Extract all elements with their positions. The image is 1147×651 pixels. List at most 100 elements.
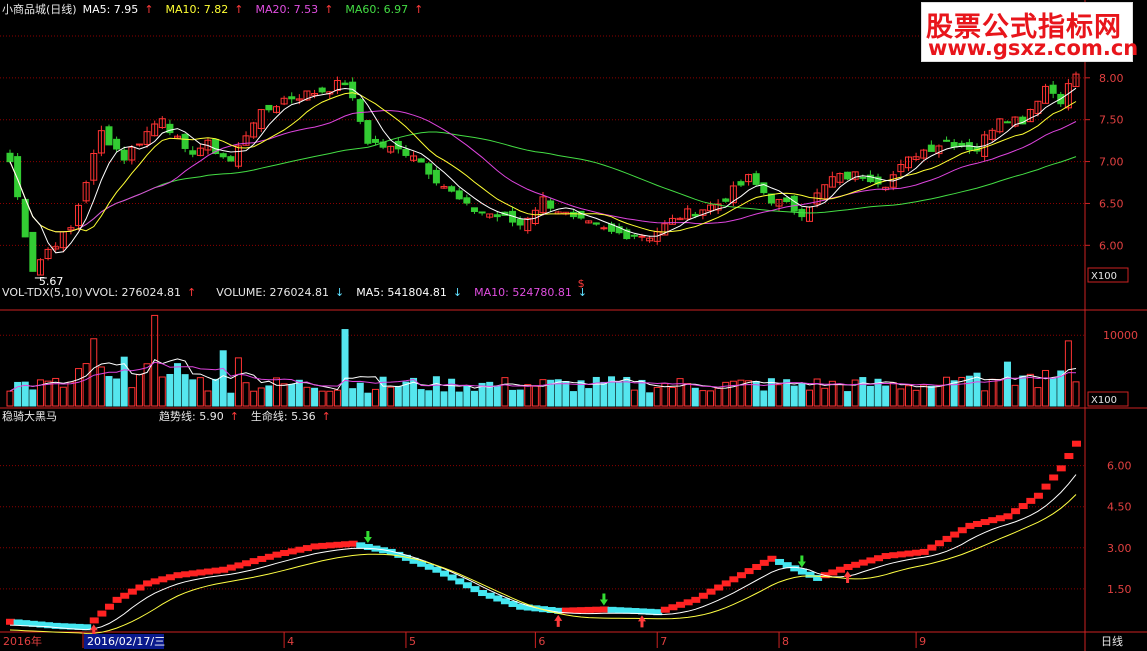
volume-bar [234,357,242,407]
candle [341,82,349,86]
year-label: 2016年 [3,634,42,648]
volume-bar [250,390,258,407]
volume-bar [889,382,897,407]
volume-bar [927,385,935,407]
volume-bar [463,385,471,407]
volume-bar [1049,377,1057,407]
watermark-url: www.gsxz.com.cn [928,36,1139,60]
candle [737,181,745,186]
indicator-tick-label: 1.50 [1107,583,1132,596]
volume-bar [684,383,692,407]
trend-block [1064,453,1074,460]
volume-bar [455,391,463,407]
volume-bar [379,376,387,407]
volume-bar [311,387,319,407]
period-label: 日线 [1101,634,1123,648]
ma60-value: MA60: 6.97 ↑ [345,3,424,16]
volume-bar [59,386,67,407]
candle [402,148,410,156]
volume-bar [440,391,448,407]
volume-bar [105,376,113,407]
candle [463,197,471,204]
trend-block [1026,497,1036,504]
candle [722,198,730,202]
volume-bar [135,373,143,407]
volume-bar [501,377,509,407]
volume-bar [798,383,806,407]
candle [547,200,555,209]
candle [318,87,326,93]
candle [14,156,22,198]
price-tick-label: 7.50 [1099,114,1124,127]
candle [135,143,143,146]
volume-bar [394,385,402,407]
volume-bar [242,382,250,407]
price-scale-label: X100 [1091,271,1117,282]
volume-bar [36,379,44,407]
indicator-tick-label: 6.00 [1107,460,1132,473]
candle [790,195,798,212]
volume-bar [196,377,204,407]
volume-bar [935,384,943,407]
volume-bar [600,381,608,407]
candle [432,169,440,184]
volume-bar [6,390,14,407]
volume-bar [356,382,364,407]
volume-bar [448,378,456,407]
volume-bar [273,377,280,407]
candle [943,139,951,142]
candle [417,158,425,163]
volume-bar [143,363,151,407]
volume-bar [288,384,296,407]
volume-bar [760,390,768,407]
month-label: 9 [919,635,926,648]
price-tick-label: 6.00 [1099,239,1124,252]
volume-bar [371,388,379,407]
trend-block [89,617,99,624]
volume-bar [364,392,372,407]
volume-bar [1034,387,1042,407]
volume-header: VOL-TDX(5,10) VVOL: 276024.81 ↑ VOLUME: 276… [2,286,599,300]
indicator-header: 稳骑大黑马 趋势线: 5.90 ↑ 生命线: 5.36 ↑ [2,410,343,424]
volume-bar [821,387,829,407]
candle [691,213,699,217]
candle [265,104,273,111]
volume-bar [699,390,707,407]
chart-canvas[interactable]: 8.508.007.507.006.506.005.678.16$X100100… [0,0,1147,651]
volume-bar [90,338,98,407]
trend-block [1072,440,1081,447]
volume-bar [417,389,425,407]
volume-bar [326,390,334,407]
trend-block [1011,508,1021,515]
volume-bar [303,386,311,407]
volume-bar [257,387,265,407]
volume-bar [333,389,341,407]
price-tick-label: 8.00 [1099,72,1124,85]
candle [1049,84,1057,94]
candle [927,144,935,152]
volume-bar [29,389,37,407]
volume-bar [227,392,235,407]
trend-block [1003,513,1013,520]
volume-bar [128,387,136,407]
ma20-value: MA20: 7.53 ↑ [255,3,334,16]
trend-line-value: 趋势线: 5.90 ↑ [159,410,239,423]
volume-bar [1019,375,1027,407]
candle [844,171,852,180]
volume-bar [1072,381,1080,407]
volume-bar [638,379,646,407]
watermark-logo: 股票公式指标网 www.gsxz.com.cn [921,2,1138,62]
volume-bar [1011,384,1019,407]
volume-bar [212,378,220,407]
trend-block [1056,465,1066,472]
candle [6,152,14,163]
trend-block [1049,474,1059,481]
volume-bar [653,386,661,407]
volume-bar [562,380,570,407]
month-label: 8 [782,635,789,648]
volume-value: VOLUME: 276024.81 ↓ [216,286,345,299]
candle [425,163,433,175]
volume-bar [204,390,212,407]
ma10-value: MA10: 7.82 ↑ [165,3,244,16]
trend-block [104,603,114,610]
